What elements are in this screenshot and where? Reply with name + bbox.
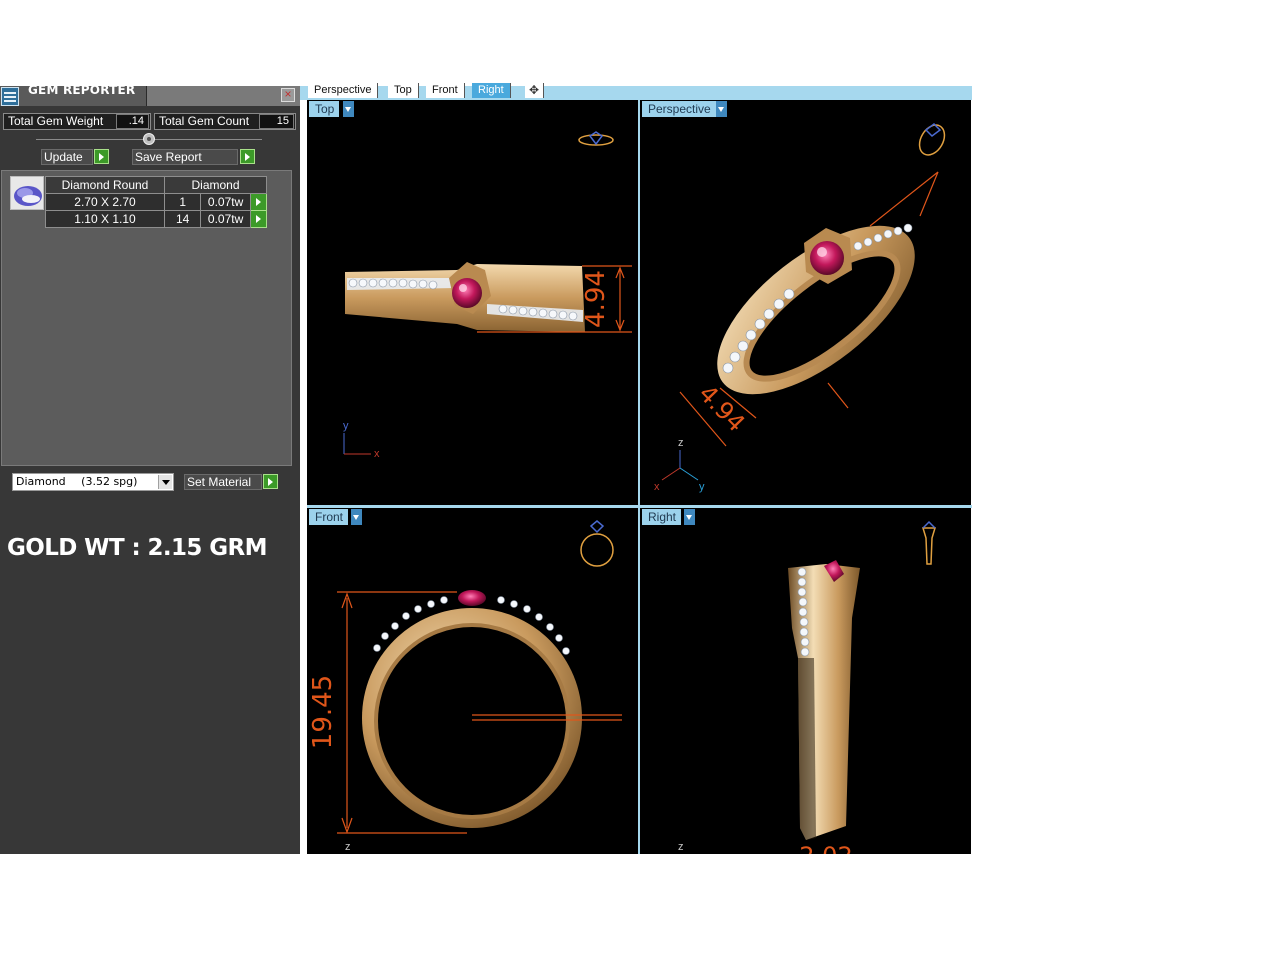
dropdown-arrow-icon[interactable] bbox=[158, 475, 172, 489]
gem-table: Diamond Round Diamond 2.70 X 2.70 1 0.07… bbox=[45, 176, 268, 228]
material-spg: (3.52 spg) bbox=[81, 475, 138, 488]
axis-z-label: z bbox=[678, 437, 684, 449]
tab-front[interactable]: Front bbox=[426, 83, 465, 98]
gem-table-header-type: Diamond bbox=[164, 176, 267, 194]
axis-z-label: z bbox=[678, 841, 684, 853]
gem-weight: 0.07tw bbox=[200, 210, 251, 228]
total-gem-count-label-text: Total Gem Count bbox=[159, 114, 250, 128]
table-row[interactable]: 2.70 X 2.70 1 0.07tw bbox=[45, 193, 268, 211]
close-icon[interactable]: × bbox=[281, 88, 295, 102]
ring-nav-icon bbox=[580, 520, 614, 567]
weight-slider-handle[interactable] bbox=[143, 133, 155, 145]
material-dropdown[interactable]: Diamond (3.52 spg) bbox=[12, 473, 174, 491]
save-report-go-icon[interactable] bbox=[240, 149, 255, 164]
gem-reporter-panel: GEM REPORTER × Total Gem Weight .14 Tota… bbox=[0, 83, 300, 854]
top-dimension-label: 4.94 bbox=[581, 270, 611, 328]
viewport-left-gutter bbox=[300, 100, 307, 854]
viewport-divider-vertical[interactable] bbox=[638, 100, 640, 854]
tab-top[interactable]: Top bbox=[388, 83, 419, 98]
tab-right[interactable]: Right bbox=[472, 83, 511, 98]
axis-x-label: x bbox=[374, 448, 380, 460]
front-view-render: 19.45 z bbox=[308, 520, 622, 853]
viewport-right[interactable]: Right 2.02 z bbox=[640, 508, 971, 854]
gem-count: 1 bbox=[163, 193, 202, 211]
update-button[interactable]: Update bbox=[41, 149, 93, 165]
total-gem-weight-value[interactable]: .14 bbox=[116, 114, 149, 129]
gem-list: Diamond Round Diamond 2.70 X 2.70 1 0.07… bbox=[1, 170, 292, 466]
diamond-gem-icon[interactable] bbox=[10, 176, 44, 210]
panel-title-bar: GEM REPORTER × bbox=[0, 83, 300, 106]
set-material-button[interactable]: Set Material bbox=[184, 474, 262, 490]
total-gem-weight-label-text: Total Gem Weight bbox=[8, 114, 104, 128]
row-go-icon[interactable] bbox=[249, 210, 268, 228]
gem-size: 1.10 X 1.10 bbox=[45, 210, 165, 228]
gem-weight: 0.07tw bbox=[200, 193, 251, 211]
viewport-front[interactable]: Front 19.45 z bbox=[307, 508, 638, 854]
right-view-render: 2.02 z bbox=[678, 520, 937, 854]
save-report-button[interactable]: Save Report bbox=[132, 149, 238, 165]
perspective-view-render: 4.94 z x y bbox=[654, 123, 946, 493]
panel-title: GEM REPORTER bbox=[28, 83, 136, 97]
gem-count: 14 bbox=[163, 210, 202, 228]
viewport-perspective[interactable]: Perspective 4.94 z x y bbox=[640, 100, 971, 505]
view-tab-strip: Perspective Top Front Right ✥ bbox=[300, 83, 972, 100]
right-dimension-label: 2.02 bbox=[799, 842, 852, 854]
gem-table-header: Diamond Round Diamond bbox=[45, 176, 267, 194]
tab-perspective[interactable]: Perspective bbox=[308, 83, 379, 98]
table-row[interactable]: 1.10 X 1.10 14 0.07tw bbox=[45, 210, 268, 228]
row-go-icon[interactable] bbox=[249, 193, 268, 211]
axis-y-label: y bbox=[343, 420, 349, 432]
viewport-top[interactable]: Top 4.94 y x bbox=[307, 100, 638, 505]
axis-z-label: z bbox=[345, 841, 351, 853]
gem-table-header-shape: Diamond Round bbox=[45, 176, 165, 194]
update-go-icon[interactable] bbox=[94, 149, 109, 164]
viewport-divider-horizontal[interactable] bbox=[307, 505, 972, 508]
ring-nav-icon bbox=[578, 131, 614, 146]
axis-y-label: y bbox=[699, 481, 705, 493]
ring-nav-icon bbox=[921, 520, 937, 565]
viewport-area: Perspective Top Front Right ✥ Top 4.94 y… bbox=[300, 83, 972, 854]
add-tab-icon[interactable]: ✥ bbox=[525, 83, 544, 98]
ring-nav-icon bbox=[918, 123, 946, 156]
gem-reporter-icon bbox=[1, 87, 19, 106]
material-name: Diamond bbox=[16, 475, 66, 488]
top-view-render: 4.94 y x bbox=[343, 131, 632, 460]
axis-x-label: x bbox=[654, 481, 660, 493]
gem-size: 2.70 X 2.70 bbox=[45, 193, 165, 211]
front-dimension-label: 19.45 bbox=[308, 675, 338, 749]
set-material-go-icon[interactable] bbox=[263, 474, 278, 489]
total-gem-count-value[interactable]: 15 bbox=[259, 114, 294, 129]
gold-weight-annotation: GOLD WT : 2.15 GRM bbox=[7, 535, 267, 561]
